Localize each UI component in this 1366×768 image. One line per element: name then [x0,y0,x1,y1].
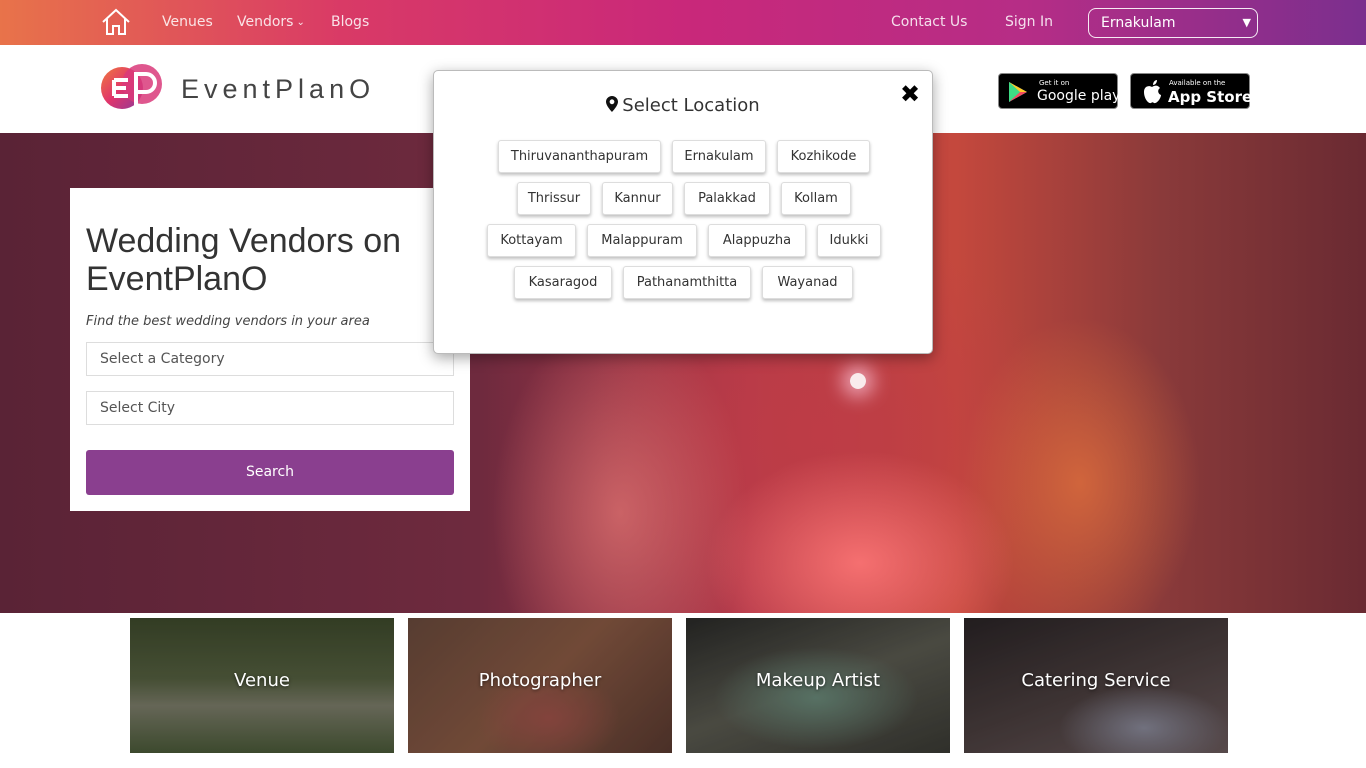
location-thrissur[interactable]: Thrissur [517,182,591,215]
search-button[interactable]: Search [86,450,454,495]
nav-venues-link[interactable]: Venues [162,14,213,30]
google-play-big-text: Google play [1037,88,1121,104]
location-kozhikode[interactable]: Kozhikode [777,140,870,173]
location-kasaragod[interactable]: Kasaragod [514,266,612,299]
category-tile-venue[interactable]: Venue [130,618,394,753]
nav-vendors-label: Vendors [237,14,294,30]
modal-title: Select Location [434,95,932,116]
google-play-badge[interactable]: Get it on Google play [998,73,1121,109]
search-card-subtitle: Find the best wedding vendors in your ar… [86,314,370,329]
map-pin-icon [606,96,619,112]
location-pathanamthitta[interactable]: Pathanamthitta [623,266,751,299]
apple-icon [1144,80,1161,104]
location-kollam[interactable]: Kollam [781,182,851,215]
location-kannur[interactable]: Kannur [602,182,673,215]
caret-down-icon: ▼ [1242,16,1251,29]
home-icon[interactable] [100,7,132,37]
top-nav: Venues Vendors ⌄ Blogs Contact Us Sign In… [0,0,1366,45]
close-icon[interactable]: ✖ [900,82,920,106]
city-select[interactable]: Ernakulam ▼ [1088,8,1258,38]
google-play-icon [1009,82,1027,102]
vendor-search-card: Wedding Vendors on EventPlanO Find the b… [70,188,470,511]
chevron-down-icon: ⌄ [296,17,305,28]
hero-light [850,373,866,389]
location-palakkad[interactable]: Palakkad [684,182,770,215]
category-tile-photographer[interactable]: Photographer [408,618,672,753]
location-thiruvananthapuram[interactable]: Thiruvananthapuram [498,140,661,173]
app-store-big-text: App Store [1168,88,1253,106]
google-play-small-text: Get it on [1039,79,1070,87]
category-tile-makeup-artist[interactable]: Makeup Artist [686,618,950,753]
location-alappuzha[interactable]: Alappuzha [708,224,806,257]
location-malappuram[interactable]: Malappuram [587,224,697,257]
location-idukki[interactable]: Idukki [817,224,881,257]
app-store-small-text: Available on the [1169,79,1226,87]
location-kottayam[interactable]: Kottayam [487,224,576,257]
category-select[interactable]: Select a Category [86,342,454,376]
category-tile-catering-service[interactable]: Catering Service [964,618,1228,753]
modal-title-text: Select Location [622,95,760,116]
city-select-value: Ernakulam [1101,15,1176,31]
category-tile-label: Makeup Artist [755,670,881,691]
nav-signin-link[interactable]: Sign In [1005,14,1053,30]
location-wayanad[interactable]: Wayanad [762,266,853,299]
search-card-title: Wedding Vendors on EventPlanO [86,222,402,298]
select-location-modal: Select Location ✖ Thiruvananthapuram Ern… [433,70,933,354]
nav-contact-link[interactable]: Contact Us [891,14,967,30]
nav-vendors-dropdown[interactable]: Vendors ⌄ [237,14,305,30]
city-field[interactable]: Select City [86,391,454,425]
location-ernakulam[interactable]: Ernakulam [672,140,766,173]
category-tile-label: Photographer [478,670,602,691]
app-store-badge[interactable]: Available on the App Store [1130,73,1253,109]
category-tile-label: Catering Service [1021,670,1171,691]
category-tile-label: Venue [234,670,290,691]
nav-blogs-link[interactable]: Blogs [331,14,369,30]
logo-text[interactable]: EventPlanO [181,74,375,105]
eventplano-logo-icon[interactable] [100,62,168,118]
